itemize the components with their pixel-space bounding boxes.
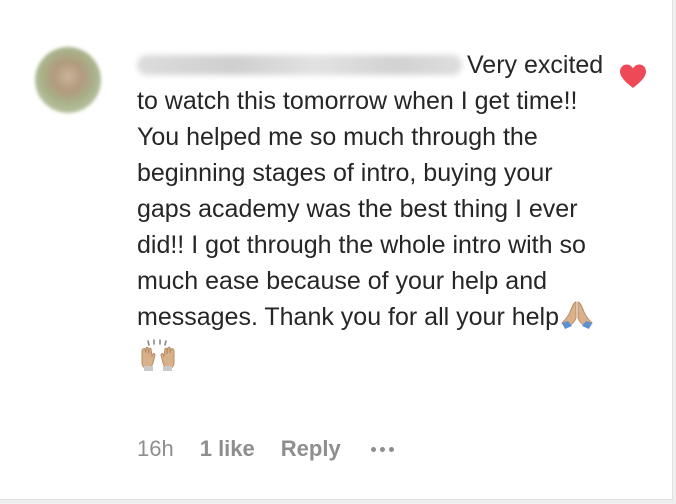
comment-timestamp[interactable]: 16h — [137, 436, 174, 462]
comment-body: excited to watch this tomorrow when I ge… — [137, 51, 604, 331]
likes-count-link[interactable]: 1 like — [200, 436, 255, 462]
more-dot — [388, 446, 394, 452]
more-dots-icon[interactable] — [370, 446, 394, 452]
like-heart-icon[interactable] — [619, 63, 647, 89]
comment-first-word: Very — [467, 51, 518, 79]
raising-hands-emoji — [138, 339, 178, 381]
reply-button[interactable]: Reply — [281, 436, 341, 462]
more-dot — [370, 446, 376, 452]
comment-card: homesteadingheartlandVery excited to wat… — [0, 0, 673, 500]
more-dot — [379, 446, 385, 452]
comment-text: homesteadingheartlandVery excited to wat… — [137, 47, 607, 381]
avatar[interactable] — [35, 47, 101, 113]
folded-hands-emoji — [560, 299, 594, 339]
username-link[interactable]: homesteadingheartland — [137, 55, 462, 75]
comment-meta: 16h 1 like Reply — [137, 436, 394, 462]
